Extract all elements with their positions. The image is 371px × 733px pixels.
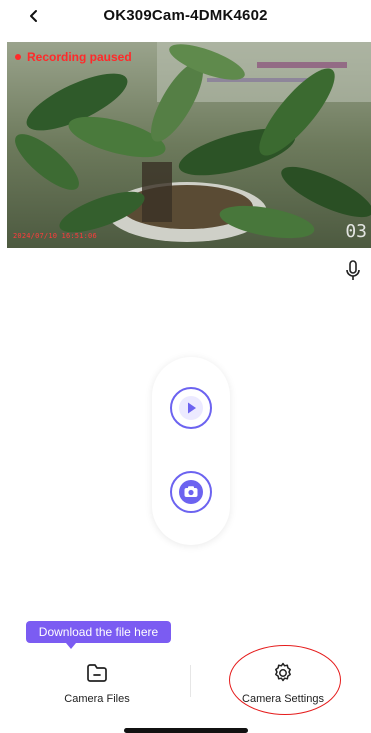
top-bar: OK309Cam-4DMK4602 xyxy=(0,0,371,34)
snapshot-button[interactable] xyxy=(170,471,212,513)
microphone-button[interactable] xyxy=(341,258,365,284)
tooltip-arrow xyxy=(66,643,76,649)
recording-dot-icon xyxy=(15,54,21,60)
play-icon xyxy=(179,396,203,420)
record-play-button[interactable] xyxy=(170,387,212,429)
camera-settings-label: Camera Settings xyxy=(242,693,324,705)
microphone-icon xyxy=(346,260,360,280)
video-corner-label: 03 xyxy=(345,221,367,242)
camera-icon xyxy=(179,480,203,504)
control-panel xyxy=(152,357,230,545)
page-title: OK309Cam-4DMK4602 xyxy=(103,7,268,24)
folder-icon xyxy=(87,664,107,682)
recording-status: Recording paused xyxy=(15,50,132,64)
video-frame-image xyxy=(7,42,371,248)
camera-files-label: Camera Files xyxy=(64,693,130,705)
gear-icon xyxy=(275,662,291,682)
camera-settings-tab[interactable]: Camera Settings xyxy=(208,658,358,714)
camera-live-view[interactable]: Recording paused 2024/07/10 16:51:06 03 xyxy=(7,42,371,248)
nav-divider xyxy=(190,665,191,697)
back-button[interactable] xyxy=(22,4,46,28)
chevron-left-icon xyxy=(30,10,37,22)
video-timestamp: 2024/07/10 16:51:06 xyxy=(13,232,97,240)
recording-status-text: Recording paused xyxy=(27,50,132,64)
camera-files-tab[interactable]: Camera Files xyxy=(22,658,172,714)
download-hint-tooltip: Download the file here xyxy=(26,621,171,643)
home-indicator xyxy=(124,728,248,733)
